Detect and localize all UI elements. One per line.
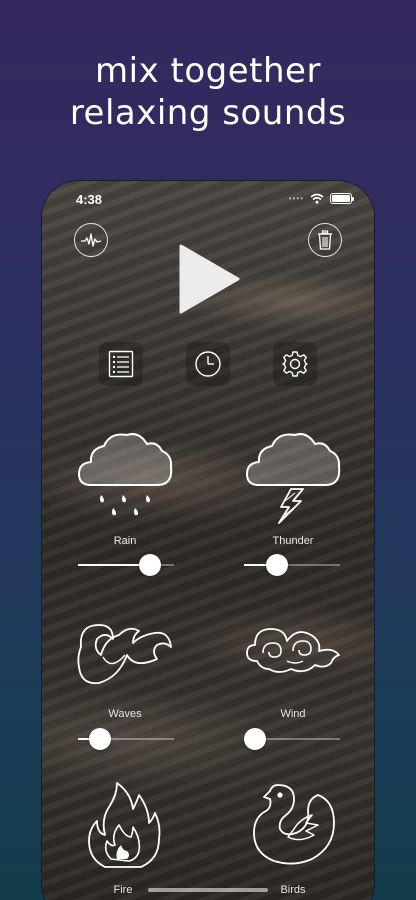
- thunder-cloud-icon: [246, 433, 341, 524]
- clock-icon: [195, 351, 221, 377]
- phone-screen: 4:38 •••• Rain Thunder Waves Wind Fire B…: [42, 181, 374, 900]
- headline-line-1: mix together: [95, 51, 321, 91]
- play-icon: [179, 244, 240, 314]
- sound-label-rain: Rain: [113, 535, 137, 547]
- visualizer-button[interactable]: [74, 223, 108, 257]
- bird-icon: [253, 784, 335, 865]
- trash-icon: [318, 230, 332, 250]
- waves-icon: [77, 624, 172, 685]
- battery-icon: [330, 193, 354, 204]
- slider-thumb[interactable]: [243, 728, 266, 750]
- thunder-volume-slider[interactable]: [244, 554, 340, 576]
- list-icon: [108, 350, 134, 378]
- wind-volume-slider[interactable]: [243, 728, 340, 750]
- rain-cloud-icon: [78, 433, 173, 516]
- signal-icon: ••••: [288, 194, 304, 203]
- sound-list-button[interactable]: [99, 342, 143, 386]
- slider-thumb[interactable]: [265, 554, 288, 576]
- gear-icon: [282, 351, 308, 377]
- waves-volume-slider[interactable]: [78, 728, 174, 750]
- headline-line-2: relaxing sounds: [69, 93, 347, 133]
- sound-label-wind: Wind: [280, 708, 306, 720]
- sound-birds[interactable]: Birds: [228, 781, 358, 899]
- fire-icon: [88, 782, 161, 868]
- slider-thumb[interactable]: [89, 728, 112, 750]
- status-time: 4:38: [76, 192, 103, 207]
- sound-label-waves: Waves: [108, 708, 142, 720]
- headline: mix together relaxing sounds: [0, 50, 416, 134]
- home-indicator[interactable]: [148, 888, 268, 892]
- rain-volume-slider[interactable]: [78, 554, 174, 576]
- sound-waves[interactable]: Waves: [60, 617, 190, 727]
- waveform-icon: [81, 233, 102, 247]
- wifi-icon: [310, 193, 324, 204]
- slider-thumb[interactable]: [139, 554, 161, 576]
- sound-wind[interactable]: Wind: [228, 617, 358, 727]
- settings-button[interactable]: [273, 342, 317, 386]
- sound-fire[interactable]: Fire: [58, 781, 188, 899]
- timer-button[interactable]: [186, 342, 230, 386]
- sound-rain[interactable]: Rain: [60, 429, 190, 569]
- status-bar: 4:38 ••••: [42, 181, 374, 217]
- sound-thunder[interactable]: Thunder: [228, 429, 358, 569]
- wind-icon: [246, 628, 340, 673]
- sound-label-thunder: Thunder: [272, 535, 314, 547]
- delete-button[interactable]: [308, 223, 342, 257]
- status-icons: ••••: [288, 193, 354, 204]
- play-button[interactable]: [178, 243, 242, 315]
